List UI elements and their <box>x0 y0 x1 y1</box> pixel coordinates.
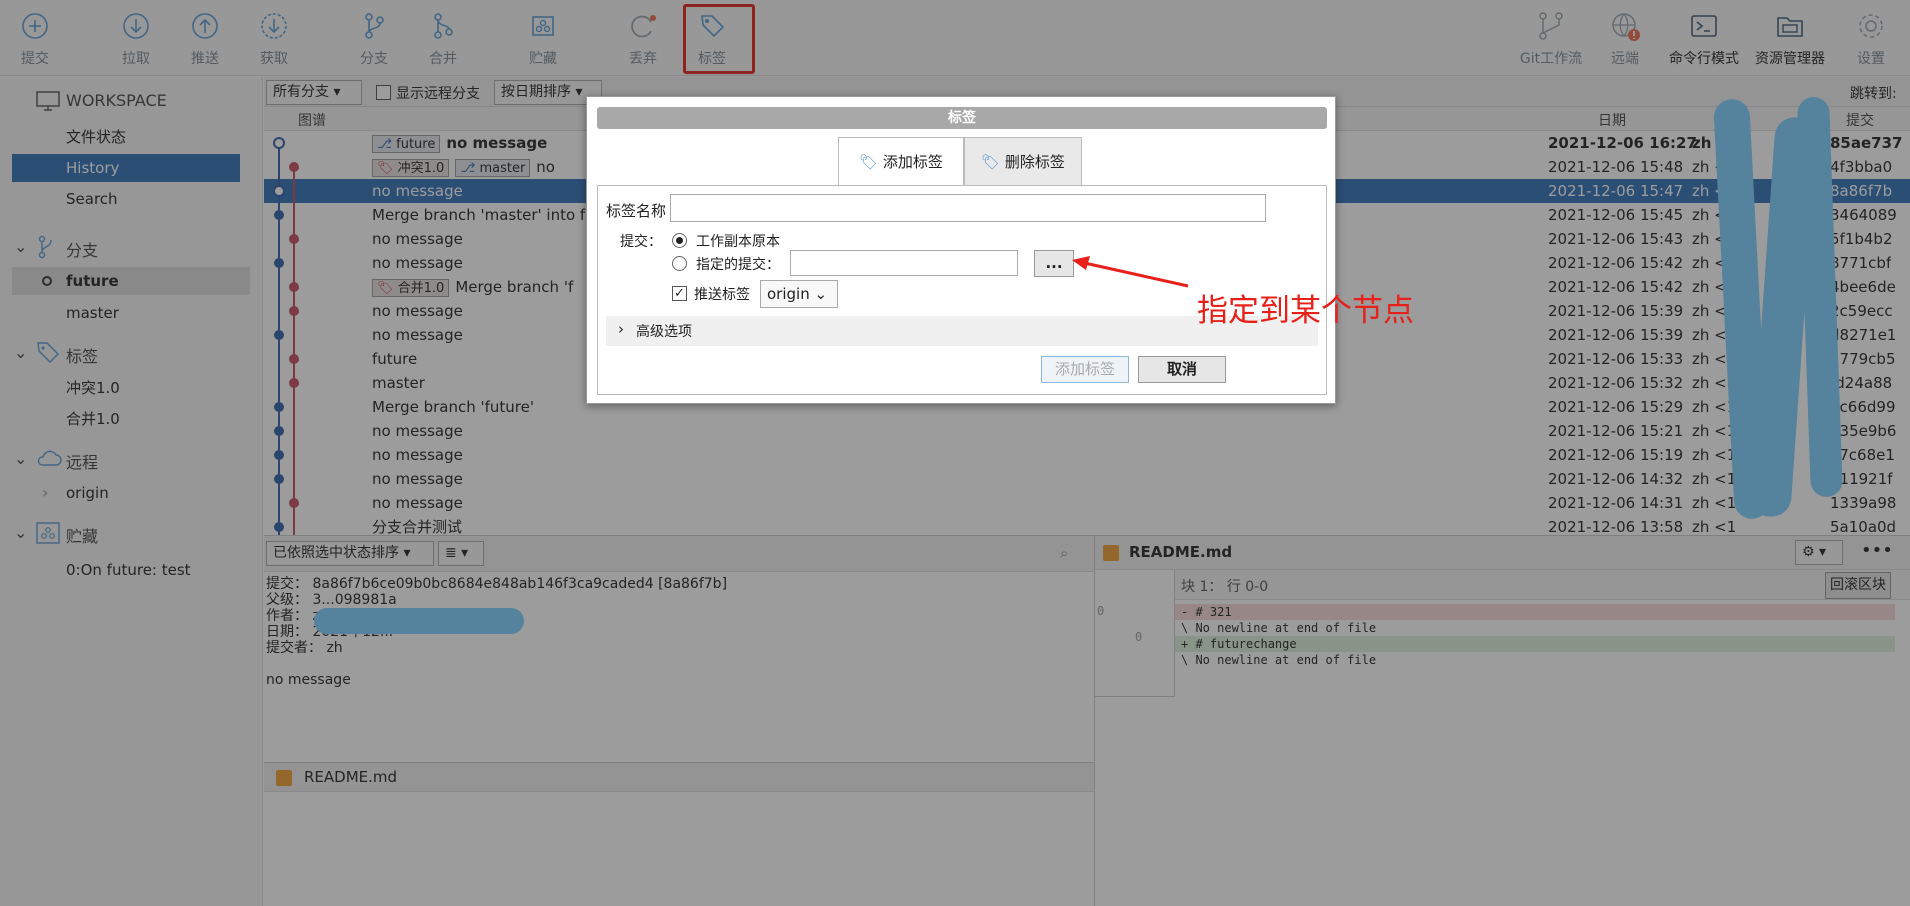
tab-add-tag-label: 添加标签 <box>882 153 943 171</box>
tab-remove-tag[interactable]: 🏷 删除标签 <box>964 137 1082 185</box>
specified-commit-input[interactable] <box>790 250 1018 276</box>
dialog-title: 标签 <box>597 107 1327 129</box>
tag-add-icon: 🏷 <box>859 153 879 171</box>
specified-commit-radio[interactable] <box>672 256 687 271</box>
tab-add-tag[interactable]: 🏷 添加标签 <box>838 137 964 185</box>
tab-remove-tag-label: 删除标签 <box>1004 153 1065 171</box>
remote-select[interactable]: origin ⌄ <box>760 280 838 308</box>
working-copy-radio[interactable] <box>672 233 687 248</box>
specified-commit-label: 指定的提交： <box>696 257 780 273</box>
add-tag-button[interactable]: 添加标签 <box>1041 356 1129 383</box>
working-copy-label: 工作副本原本 <box>696 234 780 250</box>
tag-name-input[interactable] <box>670 194 1266 222</box>
cancel-button[interactable]: 取消 <box>1138 356 1226 383</box>
push-tag-label: 推送标签 <box>694 287 750 303</box>
push-tag-checkbox[interactable]: ✓ <box>672 286 687 301</box>
annotation-text: 指定到某个节点 <box>1197 293 1414 329</box>
chevron-right-icon: › <box>618 320 624 338</box>
tag-dialog: 标签 🏷 添加标签 🏷 删除标签 标签名称 提交： 工作副本原本 指定的提交： … <box>586 96 1336 404</box>
tag-remove-icon: 🏷 <box>981 153 1001 171</box>
annotation-arrow <box>1072 256 1189 288</box>
advanced-options-label: 高级选项 <box>636 324 692 340</box>
commit-label: 提交： <box>620 234 662 250</box>
remote-value: origin <box>767 285 810 303</box>
tag-name-label: 标签名称 <box>606 202 667 220</box>
